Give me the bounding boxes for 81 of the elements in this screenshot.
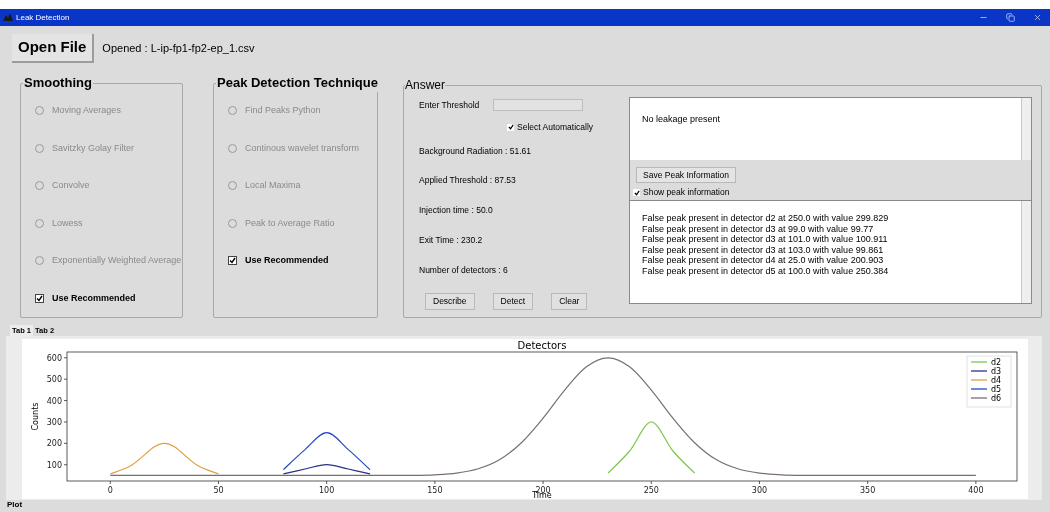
- x-tick: 250: [643, 480, 659, 495]
- window-title: Leak Detection: [16, 11, 70, 24]
- y-axis-label: Counts: [31, 402, 40, 431]
- x-tick-label: 100: [319, 486, 335, 495]
- y-tick: 100: [46, 460, 68, 470]
- radio-label: Savitzky Golay Filter: [52, 141, 135, 155]
- peak-line: False peak present in detector d3 at 101.0 with value 100.911: [642, 234, 889, 245]
- file-status: Opened : L-ip-fp1-fp2-ep_1.csv: [102, 41, 255, 57]
- threshold-label: Enter Threshold: [419, 99, 480, 112]
- peak-line: False peak present in detector d4 at 25.0 with value 200.903: [642, 255, 885, 266]
- restore-icon[interactable]: [1006, 13, 1015, 22]
- checkbox-label: Show peak information: [643, 186, 730, 199]
- result-text: No leakage present: [641, 113, 722, 126]
- scrollbar[interactable]: [1021, 201, 1031, 303]
- radio-label: Lowess: [52, 216, 83, 230]
- x-tick: 100: [319, 480, 335, 495]
- readout-text: Background Radiation : 51.61: [419, 144, 532, 158]
- x-axis-label: Time: [532, 491, 552, 499]
- scrollbar[interactable]: [1021, 98, 1031, 160]
- legend-label: d2: [991, 358, 1002, 367]
- threshold-field[interactable]: [493, 99, 584, 112]
- radio-label: Continous wavelet transform: [245, 141, 360, 155]
- y-tick: 600: [46, 353, 68, 363]
- checkbox[interactable]: [633, 189, 640, 196]
- checkbox[interactable]: [507, 123, 514, 131]
- y-tick-label: 500: [46, 375, 62, 385]
- checkbox-label: Select Automatically: [517, 120, 594, 134]
- y-tick-label: 200: [46, 439, 62, 449]
- action-button[interactable]: Clear: [551, 293, 588, 311]
- legend-label: d4: [991, 376, 1002, 385]
- app-icon: [3, 13, 13, 22]
- open-file-button[interactable]: Open File: [12, 34, 95, 63]
- peak-line: False peak present in detector d5 at 100.0 with value 250.384: [642, 265, 890, 276]
- checkbox-label: Use Recommended: [245, 254, 329, 267]
- readout-text: Applied Threshold : 87.53: [419, 174, 517, 187]
- action-button[interactable]: Describe: [425, 293, 475, 311]
- legend-box: [966, 355, 1012, 408]
- save-peak-button[interactable]: Save Peak Information: [636, 167, 736, 184]
- y-tick-label: 400: [46, 396, 62, 406]
- x-tick-label: 250: [643, 486, 659, 495]
- legend-label: d3: [991, 367, 1002, 376]
- checkbox[interactable]: [35, 293, 44, 303]
- x-tick: 150: [427, 480, 443, 495]
- close-icon[interactable]: [1033, 13, 1042, 22]
- readout-text: Number of detectors : 6: [419, 263, 509, 277]
- plot-caption: Plot: [6, 500, 24, 509]
- radio-label: Find Peaks Python: [245, 104, 321, 117]
- y-tick: 500: [46, 375, 68, 385]
- radio-label: Moving Averages: [52, 104, 121, 117]
- y-tick-label: 600: [46, 353, 62, 363]
- peak-line: False peak present in detector d3 at 99.0 with value 99.77: [642, 223, 875, 234]
- x-tick-label: 350: [860, 486, 876, 495]
- x-tick-label: 400: [968, 486, 984, 495]
- radio-label: Convolve: [52, 179, 90, 192]
- action-button[interactable]: Detect: [492, 293, 534, 311]
- chart-title: Detectors: [517, 340, 567, 351]
- x-tick-label: 0: [107, 486, 113, 495]
- legend-label: d5: [991, 385, 1002, 394]
- x-tick: 300: [751, 480, 768, 495]
- checkbox-label: Use Recommended: [52, 291, 136, 305]
- readout-text: Injection time : 50.0: [419, 204, 494, 217]
- radio-label: Exponentially Weighted Average: [52, 254, 182, 267]
- x-tick: 0: [107, 480, 113, 495]
- x-tick-label: 150: [427, 486, 443, 495]
- x-tick: 50: [213, 480, 224, 495]
- x-tick-label: 50: [213, 486, 224, 495]
- checkbox[interactable]: [228, 256, 237, 266]
- peak-line: False peak present in detector d3 at 103.0 with value 99.861: [642, 244, 885, 255]
- radio-label: Peak to Average Ratio: [245, 216, 335, 230]
- y-tick-label: 300: [46, 417, 62, 427]
- radio-label: Local Maxima: [245, 179, 301, 192]
- x-tick: 400: [968, 480, 984, 495]
- y-tick: 200: [46, 439, 68, 449]
- legend-label: d6: [991, 394, 1002, 403]
- x-tick: 350: [860, 480, 876, 495]
- readout-text: Exit Time : 230.2: [419, 233, 484, 247]
- x-tick-label: 300: [751, 486, 768, 495]
- y-tick-label: 100: [46, 460, 62, 470]
- y-tick: 400: [46, 396, 68, 406]
- y-tick: 300: [46, 417, 68, 427]
- peak-line: False peak present in detector d2 at 250.0 with value 299.829: [642, 213, 890, 224]
